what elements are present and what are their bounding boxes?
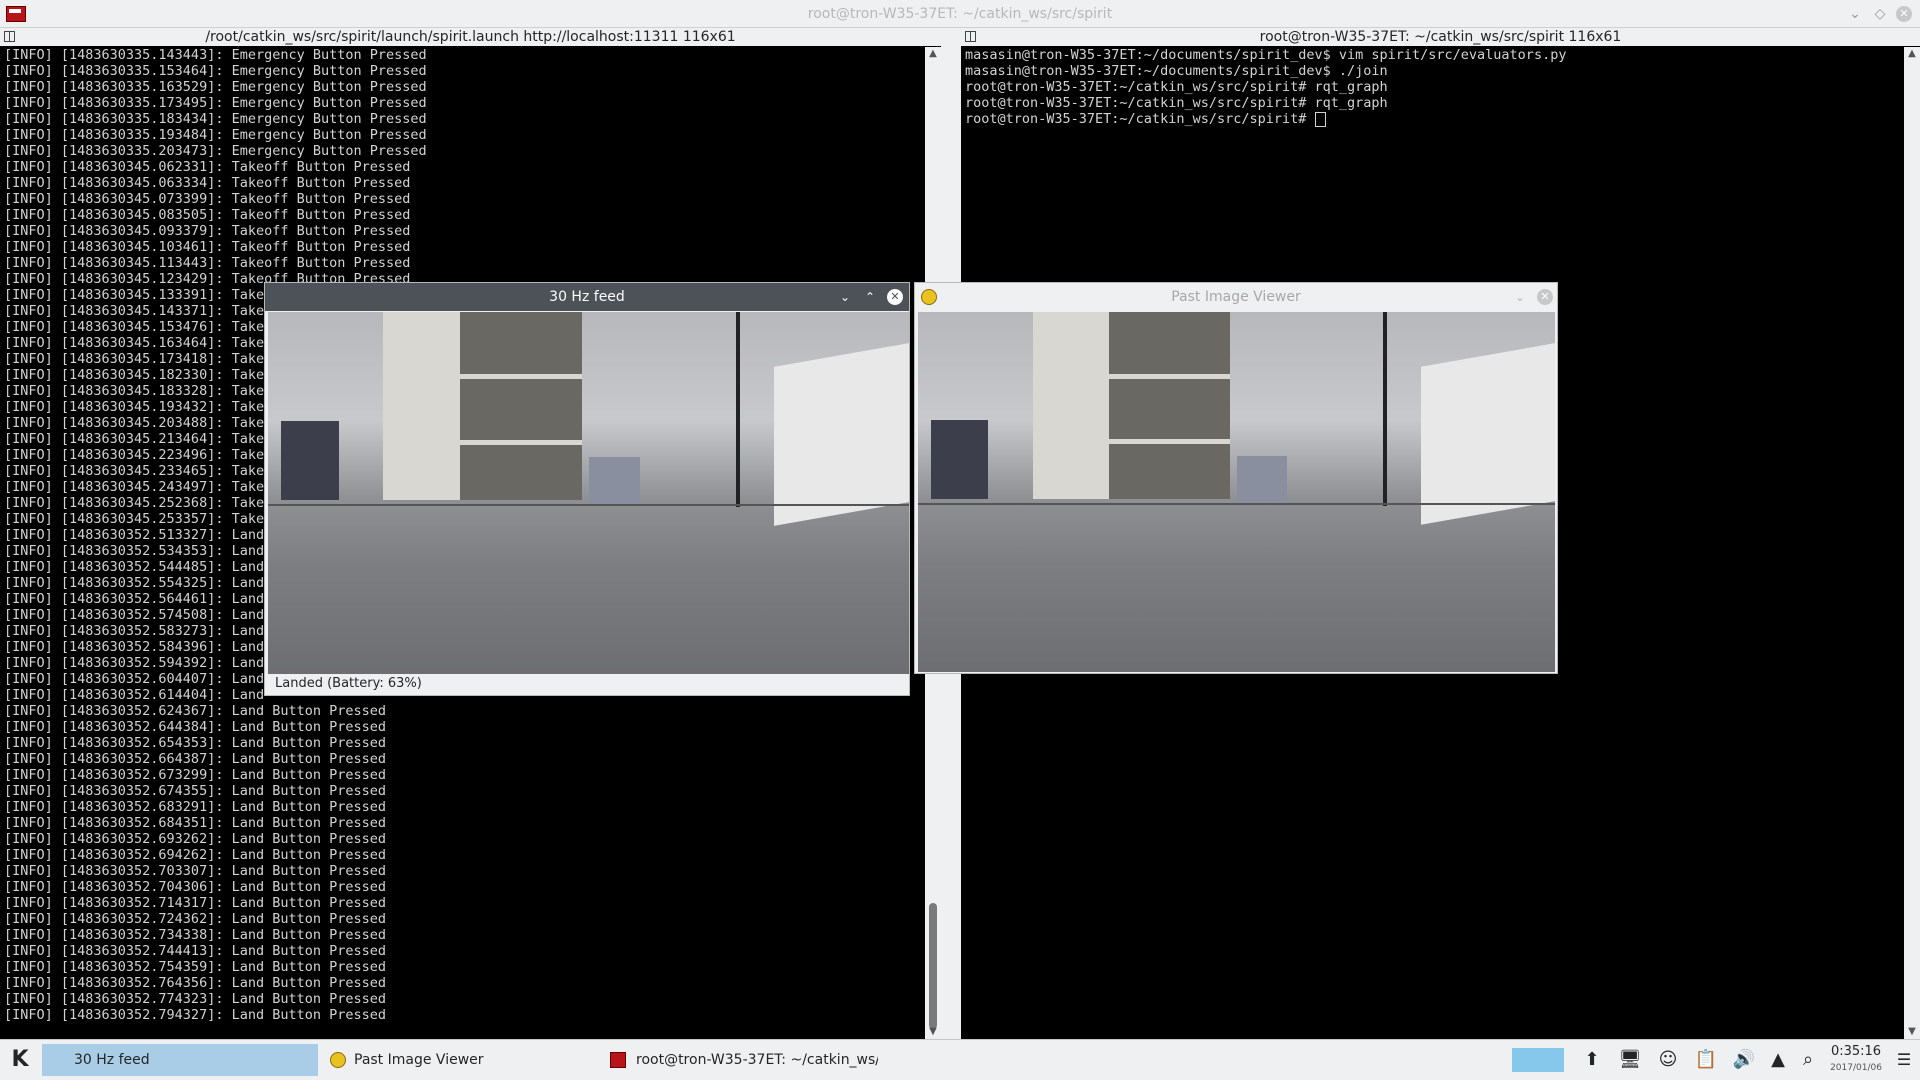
left-terminal-header-text: /root/catkin_ws/src/spirit/launch/spirit…: [205, 29, 736, 45]
terminal-cursor: [1314, 111, 1326, 127]
terminal-line: [INFO] [1483630345.113443]: Takeoff Butt…: [4, 255, 411, 271]
taskbar: K 30 Hz feed Past Image Viewer root@tron…: [0, 1039, 1920, 1080]
past-image-window[interactable]: Past Image Viewer ⌄ ✕: [914, 282, 1558, 674]
camera-feed-image: [268, 312, 909, 674]
kde-launcher-icon[interactable]: K: [4, 1044, 36, 1076]
right-terminal-header: root@tron-W35-37ET: ~/catkin_ws/src/spir…: [961, 28, 1920, 46]
terminal-line: [INFO] [1483630352.724362]: Land Button …: [4, 911, 387, 927]
battery-status: Landed (Battery: 63%): [275, 676, 422, 691]
task-label: 30 Hz feed: [74, 1052, 150, 1068]
clock-time[interactable]: 0:35:16: [1826, 1044, 1886, 1059]
right-terminal-header-text: root@tron-W35-37ET: ~/catkin_ws/src/spir…: [1259, 29, 1622, 45]
terminal-line: [INFO] [1483630335.183434]: Emergency Bu…: [4, 111, 427, 127]
terminal-line: root@tron-W35-37ET:~/catkin_ws/src/spiri…: [965, 111, 1902, 127]
split-view-icon[interactable]: [965, 31, 976, 42]
terminal-line: [INFO] [1483630352.693262]: Land Button …: [4, 831, 387, 847]
tray-expand-icon[interactable]: ▲: [1766, 1048, 1790, 1072]
task-label: root@tron-W35-37ET: ~/catkin_ws/sr: [636, 1052, 878, 1068]
minimize-icon[interactable]: ⌄: [837, 289, 853, 305]
scroll-down-icon[interactable]: ▼: [1904, 1025, 1920, 1039]
right-terminal-scrollbar[interactable]: ▲ ▼: [1904, 47, 1920, 1039]
python-icon: [330, 1052, 346, 1068]
scroll-up-icon[interactable]: ▲: [1904, 47, 1920, 61]
terminal-line: masasin@tron-W35-37ET:~/documents/spirit…: [965, 47, 1567, 63]
feed-window-title: 30 Hz feed: [549, 289, 625, 305]
terminal-line: [INFO] [1483630335.153464]: Emergency Bu…: [4, 63, 427, 79]
terminal-line: [INFO] [1483630335.203473]: Emergency Bu…: [4, 143, 427, 159]
hamburger-menu-icon[interactable]: ☰: [1894, 1048, 1914, 1072]
terminal-line: [INFO] [1483630335.173495]: Emergency Bu…: [4, 95, 427, 111]
task-past-image-viewer[interactable]: Past Image Viewer: [322, 1044, 598, 1076]
terminal-line: [INFO] [1483630352.673299]: Land Button …: [4, 767, 387, 783]
terminal-line: [INFO] [1483630352.644384]: Land Button …: [4, 719, 387, 735]
feed-window-titlebar[interactable]: 30 Hz feed ⌄ ⌃ ✕: [265, 283, 909, 311]
task-feed[interactable]: 30 Hz feed: [42, 1044, 318, 1076]
terminal-line: [INFO] [1483630352.704306]: Land Button …: [4, 879, 387, 895]
search-icon[interactable]: ⌕: [1796, 1048, 1820, 1072]
task-label: Past Image Viewer: [354, 1052, 484, 1068]
close-icon[interactable]: ✕: [887, 289, 903, 305]
terminal-line: [INFO] [1483630345.063334]: Takeoff Butt…: [4, 175, 411, 191]
terminal-line: [INFO] [1483630352.683291]: Land Button …: [4, 799, 387, 815]
terminal-line: [INFO] [1483630352.703307]: Land Button …: [4, 863, 387, 879]
scroll-up-icon[interactable]: ▲: [925, 47, 941, 61]
clock-date[interactable]: 2017/01/06: [1826, 1063, 1886, 1073]
left-terminal-header: /root/catkin_ws/src/spirit/launch/spirit…: [0, 28, 941, 46]
terminal-line: [INFO] [1483630352.674355]: Land Button …: [4, 783, 387, 799]
terminal-line: [INFO] [1483630352.764356]: Land Button …: [4, 975, 387, 991]
terminal-line: [INFO] [1483630352.744413]: Land Button …: [4, 943, 387, 959]
terminal-line: [INFO] [1483630345.093379]: Takeoff Butt…: [4, 223, 411, 239]
terminal-line: [INFO] [1483630345.083505]: Takeoff Butt…: [4, 207, 411, 223]
terminal-line: [INFO] [1483630345.103461]: Takeoff Butt…: [4, 239, 411, 255]
terminal-line: [INFO] [1483630352.734338]: Land Button …: [4, 927, 387, 943]
close-icon[interactable]: ✕: [1896, 6, 1912, 22]
minimize-icon[interactable]: ⌄: [1845, 4, 1865, 24]
terminal-line: [INFO] [1483630352.684351]: Land Button …: [4, 815, 387, 831]
clipboard-icon[interactable]: 📋: [1694, 1048, 1718, 1072]
user-icon[interactable]: ☺: [1656, 1048, 1680, 1072]
terminal-line: [INFO] [1483630352.664387]: Land Button …: [4, 751, 387, 767]
close-icon[interactable]: ✕: [1537, 289, 1553, 305]
past-image-titlebar[interactable]: Past Image Viewer ⌄ ✕: [915, 283, 1557, 311]
network-icon[interactable]: 🖥: [1618, 1048, 1642, 1072]
scroll-down-icon[interactable]: ▼: [925, 1025, 941, 1039]
task-terminal[interactable]: root@tron-W35-37ET: ~/catkin_ws/sr: [602, 1044, 878, 1076]
scrollbar-thumb[interactable]: [929, 903, 937, 1029]
outer-window-titlebar[interactable]: root@tron-W35-37ET: ~/catkin_ws/src/spir…: [0, 0, 1920, 28]
terminal-line: [INFO] [1483630352.794327]: Land Button …: [4, 1007, 387, 1023]
terminal-line: [INFO] [1483630352.714317]: Land Button …: [4, 895, 387, 911]
desktop-pager[interactable]: [1512, 1048, 1564, 1072]
feed-window[interactable]: 30 Hz feed ⌄ ⌃ ✕ Landed (Battery: 63%): [264, 282, 910, 696]
terminal-line: masasin@tron-W35-37ET:~/documents/spirit…: [965, 63, 1388, 79]
terminal-icon: [610, 1052, 626, 1068]
past-image: [918, 312, 1555, 672]
python-icon: [921, 289, 937, 305]
terminal-line: root@tron-W35-37ET:~/catkin_ws/src/spiri…: [965, 95, 1388, 111]
minimize-icon[interactable]: ⌄: [1512, 289, 1528, 305]
outer-window-title: root@tron-W35-37ET: ~/catkin_ws/src/spir…: [807, 6, 1113, 22]
terminal-line: [INFO] [1483630335.143443]: Emergency Bu…: [4, 47, 427, 63]
terminal-line: [INFO] [1483630352.774323]: Land Button …: [4, 991, 387, 1007]
terminal-line: [INFO] [1483630352.654353]: Land Button …: [4, 735, 387, 751]
terminal-line: [INFO] [1483630352.624367]: Land Button …: [4, 703, 387, 719]
past-image-title: Past Image Viewer: [1171, 289, 1301, 305]
terminal-line: [INFO] [1483630352.754359]: Land Button …: [4, 959, 387, 975]
terminal-line: [INFO] [1483630345.073399]: Takeoff Butt…: [4, 191, 411, 207]
update-icon[interactable]: ⬆: [1580, 1048, 1604, 1072]
terminal-line: [INFO] [1483630335.193484]: Emergency Bu…: [4, 127, 427, 143]
terminal-line: [INFO] [1483630352.694262]: Land Button …: [4, 847, 387, 863]
terminal-line: [INFO] [1483630345.062331]: Takeoff Butt…: [4, 159, 411, 175]
terminal-line: [INFO] [1483630335.163529]: Emergency Bu…: [4, 79, 427, 95]
volume-icon[interactable]: 🔊: [1732, 1048, 1756, 1072]
maximize-icon[interactable]: ⌃: [862, 289, 878, 305]
split-view-icon[interactable]: [4, 31, 15, 42]
terminal-line: root@tron-W35-37ET:~/catkin_ws/src/spiri…: [965, 79, 1388, 95]
maximize-icon[interactable]: ◇: [1870, 4, 1890, 24]
